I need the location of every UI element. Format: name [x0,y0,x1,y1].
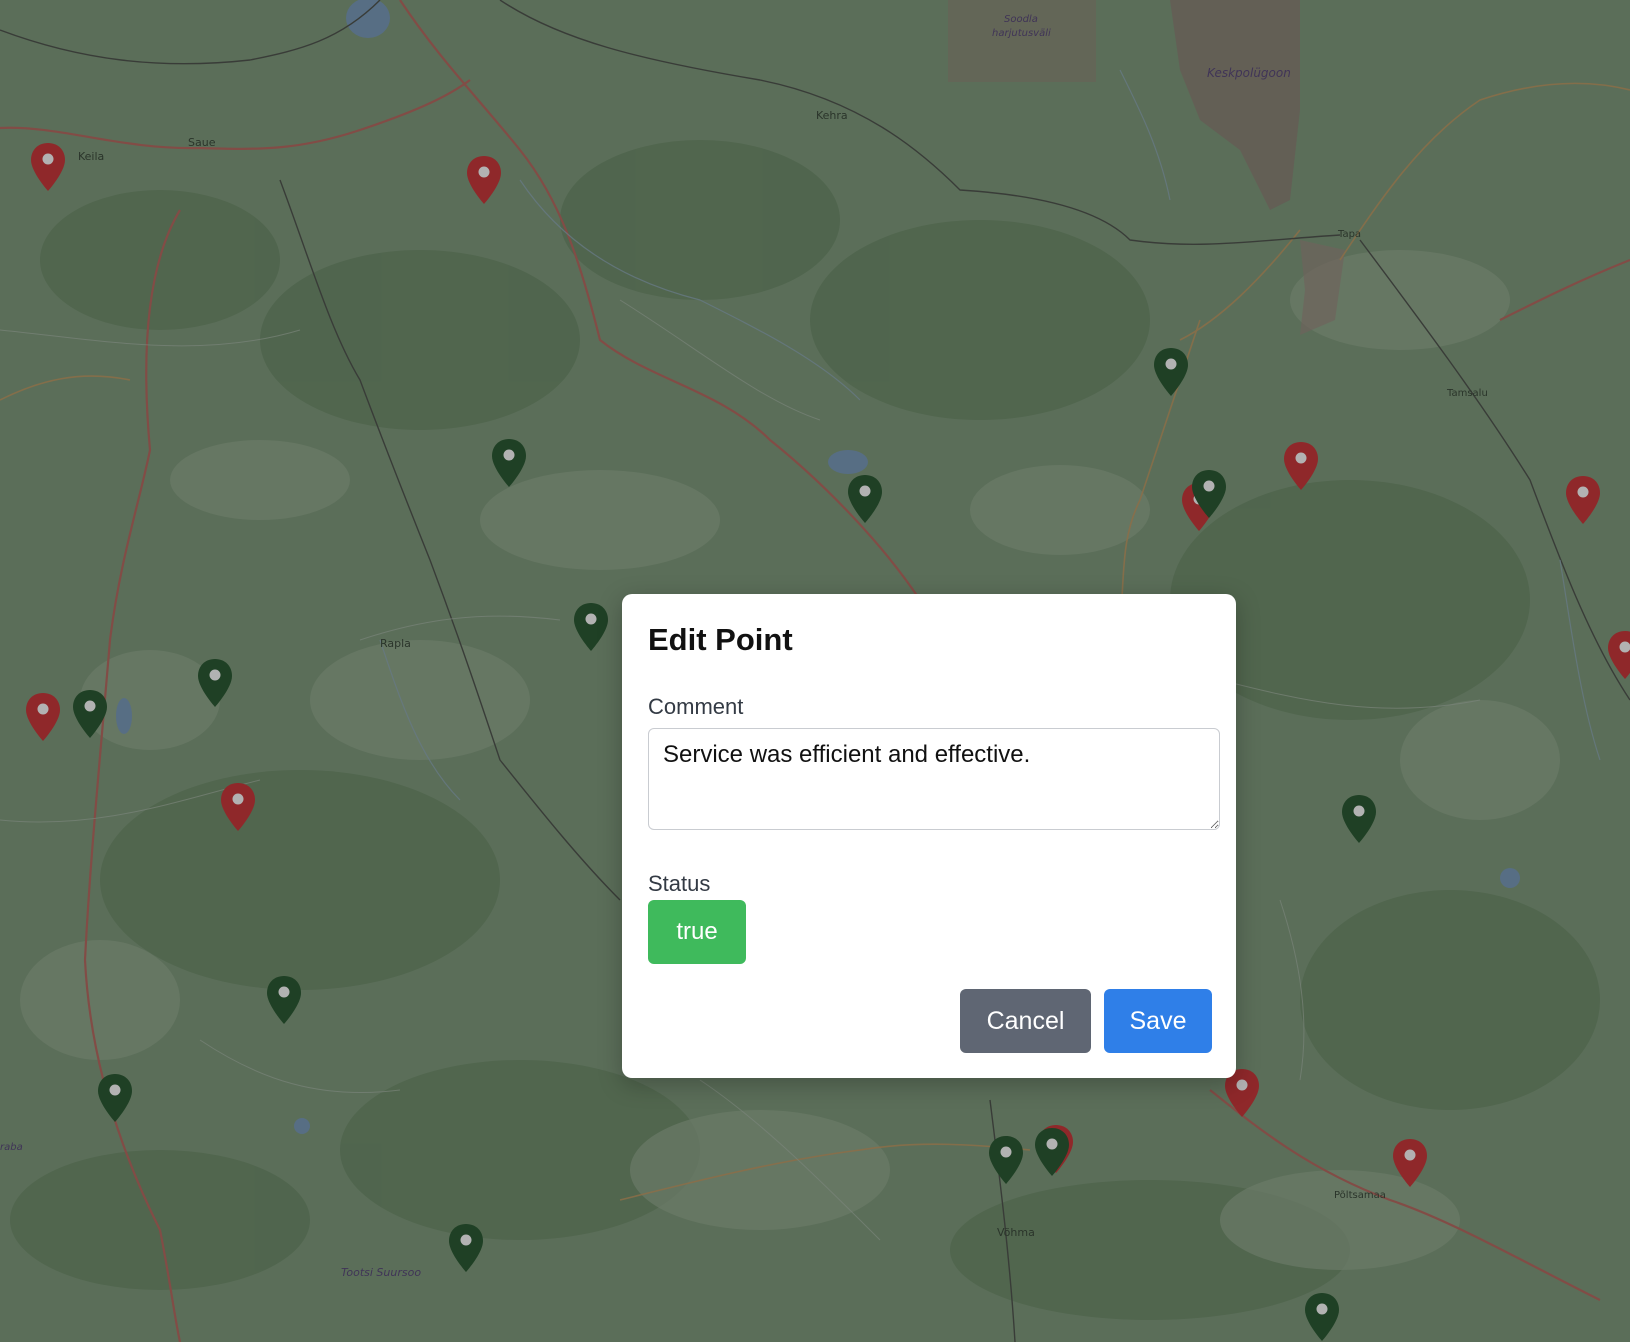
comment-textarea[interactable] [648,728,1220,830]
status-toggle-button[interactable]: true [648,900,746,964]
comment-label: Comment [648,694,744,719]
cancel-button[interactable]: Cancel [960,989,1091,1053]
dialog-title: Edit Point [648,622,793,657]
save-button[interactable]: Save [1104,989,1212,1053]
edit-point-dialog: Edit Point Comment Status true Cancel Sa… [622,594,1236,1078]
status-label: Status [648,871,711,896]
